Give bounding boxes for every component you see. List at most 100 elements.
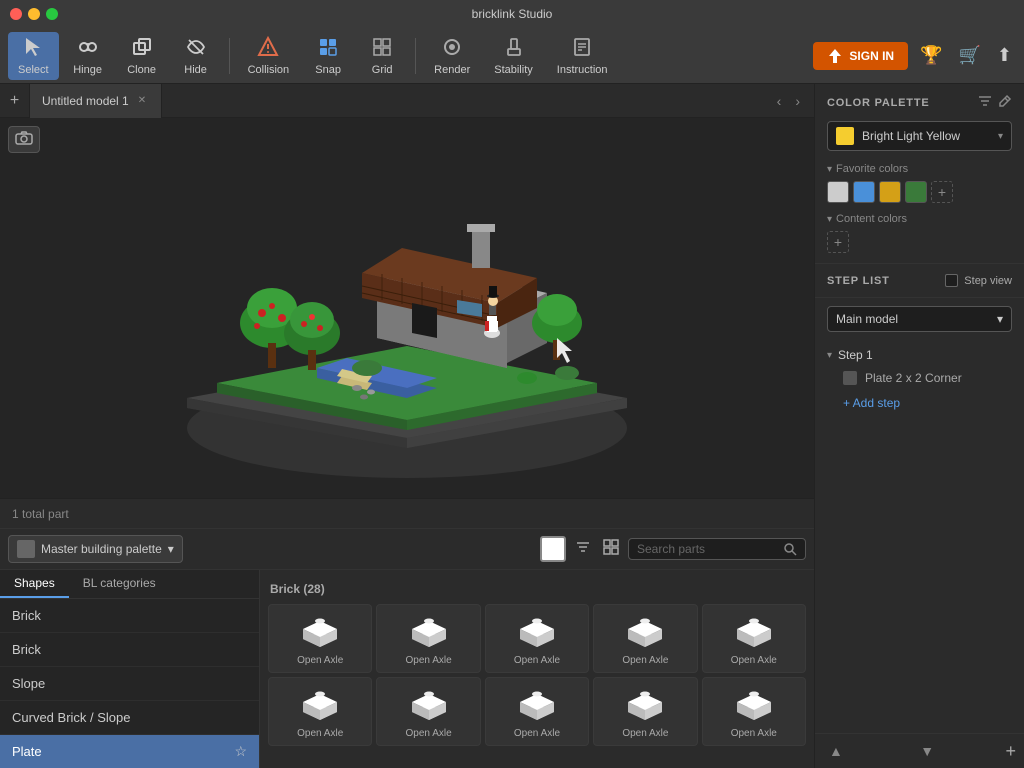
- palette-dropdown-arrow: ▾: [168, 542, 174, 556]
- toolbar-select[interactable]: Select: [8, 32, 59, 80]
- parts-count-text: 1 total part: [12, 507, 69, 521]
- step-add-button[interactable]: +: [1005, 741, 1016, 762]
- instruction-label: Instruction: [557, 64, 608, 76]
- step-next-button[interactable]: ▼: [914, 740, 940, 762]
- add-tab-button[interactable]: +: [0, 84, 30, 118]
- fav-swatch-green[interactable]: [905, 181, 927, 203]
- grid-icon: [371, 36, 393, 62]
- fav-swatch-yellow[interactable]: [879, 181, 901, 203]
- part-item[interactable]: Open Axle: [268, 604, 372, 673]
- tab-close-button[interactable]: ✕: [135, 94, 149, 107]
- fav-swatch-blue[interactable]: [853, 181, 875, 203]
- toolbar-clone[interactable]: Clone: [117, 32, 167, 80]
- part-item[interactable]: Open Axle: [376, 677, 480, 746]
- trophy-button[interactable]: 🏆: [916, 41, 946, 70]
- search-input[interactable]: [637, 542, 777, 556]
- add-content-color-button[interactable]: +: [827, 231, 849, 253]
- maximize-button[interactable]: [46, 8, 58, 20]
- category-slope[interactable]: Slope ☆: [0, 667, 259, 701]
- step-header-1[interactable]: ▾ Step 1: [827, 344, 1012, 366]
- palette-selector[interactable]: Master building palette ▾: [8, 535, 183, 563]
- toolbar-hide[interactable]: Hide: [171, 32, 221, 80]
- part-item[interactable]: Open Axle: [593, 604, 697, 673]
- palette-icon: [17, 540, 35, 558]
- color-palette-title: COLOR PALETTE: [827, 94, 1012, 111]
- sign-in-button[interactable]: SIGN IN: [813, 42, 908, 70]
- fav-swatch-grey[interactable]: [827, 181, 849, 203]
- model-tab[interactable]: Untitled model 1 ✕: [30, 84, 162, 118]
- add-step-button[interactable]: + Add step: [827, 390, 900, 416]
- viewport[interactable]: [0, 118, 814, 498]
- close-button[interactable]: [10, 8, 22, 20]
- select-label: Select: [18, 64, 49, 76]
- part-item[interactable]: Open Axle: [376, 604, 480, 673]
- add-favorite-color-button[interactable]: +: [931, 181, 953, 203]
- search-box: [628, 538, 806, 560]
- step-list-title: STEP LIST: [827, 275, 890, 287]
- palette-filter-button[interactable]: [978, 94, 992, 111]
- grid-view-button[interactable]: [600, 536, 622, 563]
- filter-button[interactable]: [572, 536, 594, 563]
- category-plate[interactable]: Plate ☆: [0, 735, 259, 768]
- parts-toolbar: Master building palette ▾: [0, 529, 814, 570]
- part-item[interactable]: Open Axle: [702, 604, 806, 673]
- step-view-toggle[interactable]: Step view: [945, 274, 1012, 287]
- step-view-checkbox[interactable]: [945, 274, 958, 287]
- step-part-label: Plate 2 x 2 Corner: [865, 371, 962, 385]
- part-thumbnail: [515, 684, 559, 724]
- tab-shapes[interactable]: Shapes: [0, 570, 69, 598]
- titlebar: bricklink Studio: [0, 0, 1024, 28]
- palette-edit-button[interactable]: [998, 94, 1012, 111]
- color-swatch-button[interactable]: [540, 536, 566, 562]
- part-item[interactable]: Open Axle: [593, 677, 697, 746]
- instruction-icon: [571, 36, 593, 62]
- toolbar-snap[interactable]: Snap: [303, 32, 353, 80]
- right-panel: COLOR PALETTE Bright Light Yellow ▾ Favo…: [814, 84, 1024, 768]
- color-dropdown[interactable]: Bright Light Yellow ▾: [827, 121, 1012, 151]
- step-prev-button[interactable]: ▲: [823, 740, 849, 762]
- step-part-item[interactable]: Plate 2 x 2 Corner: [827, 366, 1012, 390]
- part-label: Open Axle: [731, 728, 777, 739]
- category-brick-1[interactable]: Brick ☆: [0, 599, 259, 633]
- tab-bl-categories[interactable]: BL categories: [69, 570, 170, 598]
- part-item[interactable]: Open Axle: [485, 604, 589, 673]
- toolbar-hinge[interactable]: Hinge: [63, 32, 113, 80]
- hinge-label: Hinge: [73, 64, 102, 76]
- search-icon: [783, 542, 797, 556]
- sign-in-label: SIGN IN: [849, 49, 894, 63]
- app-title: bricklink Studio: [472, 7, 553, 21]
- toolbar-collision[interactable]: Collision: [238, 32, 300, 80]
- part-thumbnail: [732, 611, 776, 651]
- category-brick-2[interactable]: Brick ☆: [0, 633, 259, 667]
- part-item[interactable]: Open Axle: [702, 677, 806, 746]
- minimize-button[interactable]: [28, 8, 40, 20]
- camera-button[interactable]: [8, 126, 40, 153]
- main-layout: + Untitled model 1 ✕ ‹ ›: [0, 84, 1024, 768]
- hide-icon: [185, 36, 207, 62]
- tab-navigation: ‹ ›: [771, 91, 814, 111]
- add-step-label: + Add step: [843, 396, 900, 410]
- part-item[interactable]: Open Axle: [268, 677, 372, 746]
- parts-toolbar-right: [540, 536, 806, 563]
- toolbar-instruction[interactable]: Instruction: [547, 32, 618, 80]
- part-thumbnail: [298, 611, 342, 651]
- hide-label: Hide: [184, 64, 207, 76]
- star-icon[interactable]: ☆: [234, 743, 247, 760]
- part-item[interactable]: Open Axle: [485, 677, 589, 746]
- cart-button[interactable]: 🛒: [954, 41, 984, 70]
- part-label: Open Axle: [514, 728, 560, 739]
- tab-next-button[interactable]: ›: [789, 91, 806, 111]
- part-label: Open Axle: [514, 655, 560, 666]
- tab-prev-button[interactable]: ‹: [771, 91, 788, 111]
- model-dropdown[interactable]: Main model ▾: [827, 306, 1012, 332]
- toolbar-render[interactable]: Render: [424, 32, 480, 80]
- categories-panel: Shapes BL categories Brick ☆ Brick ☆: [0, 570, 260, 768]
- toolbar-grid[interactable]: Grid: [357, 32, 407, 80]
- toolbar-stability[interactable]: Stability: [484, 32, 543, 80]
- lego-model: [0, 118, 814, 498]
- category-curved-brick-slope[interactable]: Curved Brick / Slope ☆: [0, 701, 259, 735]
- select-icon: [22, 36, 44, 62]
- part-label: Open Axle: [406, 655, 452, 666]
- upload-button[interactable]: ⬆: [993, 41, 1016, 70]
- step-arrow-icon: ▾: [827, 350, 832, 361]
